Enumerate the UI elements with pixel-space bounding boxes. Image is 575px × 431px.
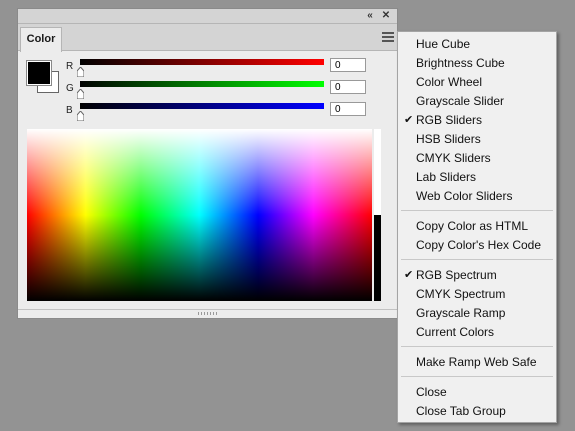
menu-item-lab-sliders[interactable]: Lab Sliders: [416, 168, 476, 186]
menu-item-current-colors[interactable]: Current Colors: [416, 323, 494, 341]
panel-menu-icon[interactable]: [382, 32, 394, 42]
menu-item-rgb-spectrum[interactable]: RGB Spectrum: [416, 266, 497, 284]
menu-item-copy-color-s-hex-code[interactable]: Copy Color's Hex Code: [416, 236, 541, 254]
menu-item-copy-color-as-html[interactable]: Copy Color as HTML: [416, 217, 528, 235]
menu-separator: [401, 346, 553, 347]
channel-value-r[interactable]: [330, 58, 366, 72]
channel-value-b[interactable]: [330, 102, 366, 116]
foreground-color-swatch[interactable]: [26, 60, 52, 86]
color-panel: « ✕ Color RGB: [17, 8, 398, 319]
channel-label-b: B: [66, 105, 73, 116]
channel-slider-g[interactable]: [77, 89, 84, 99]
channel-label-g: G: [66, 83, 74, 94]
panel-title-bar[interactable]: « ✕: [18, 9, 397, 24]
tab-color[interactable]: Color: [20, 27, 62, 52]
channel-gradient-g[interactable]: [80, 81, 324, 87]
channel-label-r: R: [66, 61, 74, 72]
menu-item-brightness-cube[interactable]: Brightness Cube: [416, 54, 505, 72]
panel-resize-grip[interactable]: [18, 309, 397, 318]
channel-gradient-r[interactable]: [80, 59, 324, 65]
menu-item-grayscale-ramp[interactable]: Grayscale Ramp: [416, 304, 505, 322]
menu-item-make-ramp-web-safe[interactable]: Make Ramp Web Safe: [416, 353, 537, 371]
black-white-ramp[interactable]: [374, 129, 381, 301]
channel-slider-r[interactable]: [77, 67, 84, 77]
menu-separator: [401, 210, 553, 211]
menu-item-web-color-sliders[interactable]: Web Color Sliders: [416, 187, 512, 205]
channel-value-g[interactable]: [330, 80, 366, 94]
panel-flyout-menu: Hue Cube Brightness Cube Color Wheel Graysc…: [397, 31, 557, 423]
menu-item-cmyk-spectrum[interactable]: CMYK Spectrum: [416, 285, 505, 303]
panel-tab-row: Color: [18, 24, 397, 52]
rgb-spectrum[interactable]: [27, 129, 372, 301]
menu-item-hsb-sliders[interactable]: HSB Sliders: [416, 130, 481, 148]
channel-slider-b[interactable]: [77, 111, 84, 121]
close-panel-icon[interactable]: ✕: [379, 9, 393, 23]
collapse-panel-icon[interactable]: «: [363, 9, 377, 23]
channel-gradient-b[interactable]: [80, 103, 324, 109]
menu-item-close-tab-group[interactable]: Close Tab Group: [416, 402, 506, 420]
checkmark-icon: ✔: [404, 269, 414, 281]
menu-separator: [401, 376, 553, 377]
menu-item-color-wheel[interactable]: Color Wheel: [416, 73, 482, 91]
menu-item-rgb-sliders[interactable]: RGB Sliders: [416, 111, 482, 129]
menu-item-grayscale-slider[interactable]: Grayscale Slider: [416, 92, 504, 110]
menu-item-cmyk-sliders[interactable]: CMYK Sliders: [416, 149, 491, 167]
menu-item-close[interactable]: Close: [416, 383, 447, 401]
menu-separator: [401, 259, 553, 260]
menu-item-hue-cube[interactable]: Hue Cube: [416, 35, 470, 53]
checkmark-icon: ✔: [404, 114, 414, 126]
